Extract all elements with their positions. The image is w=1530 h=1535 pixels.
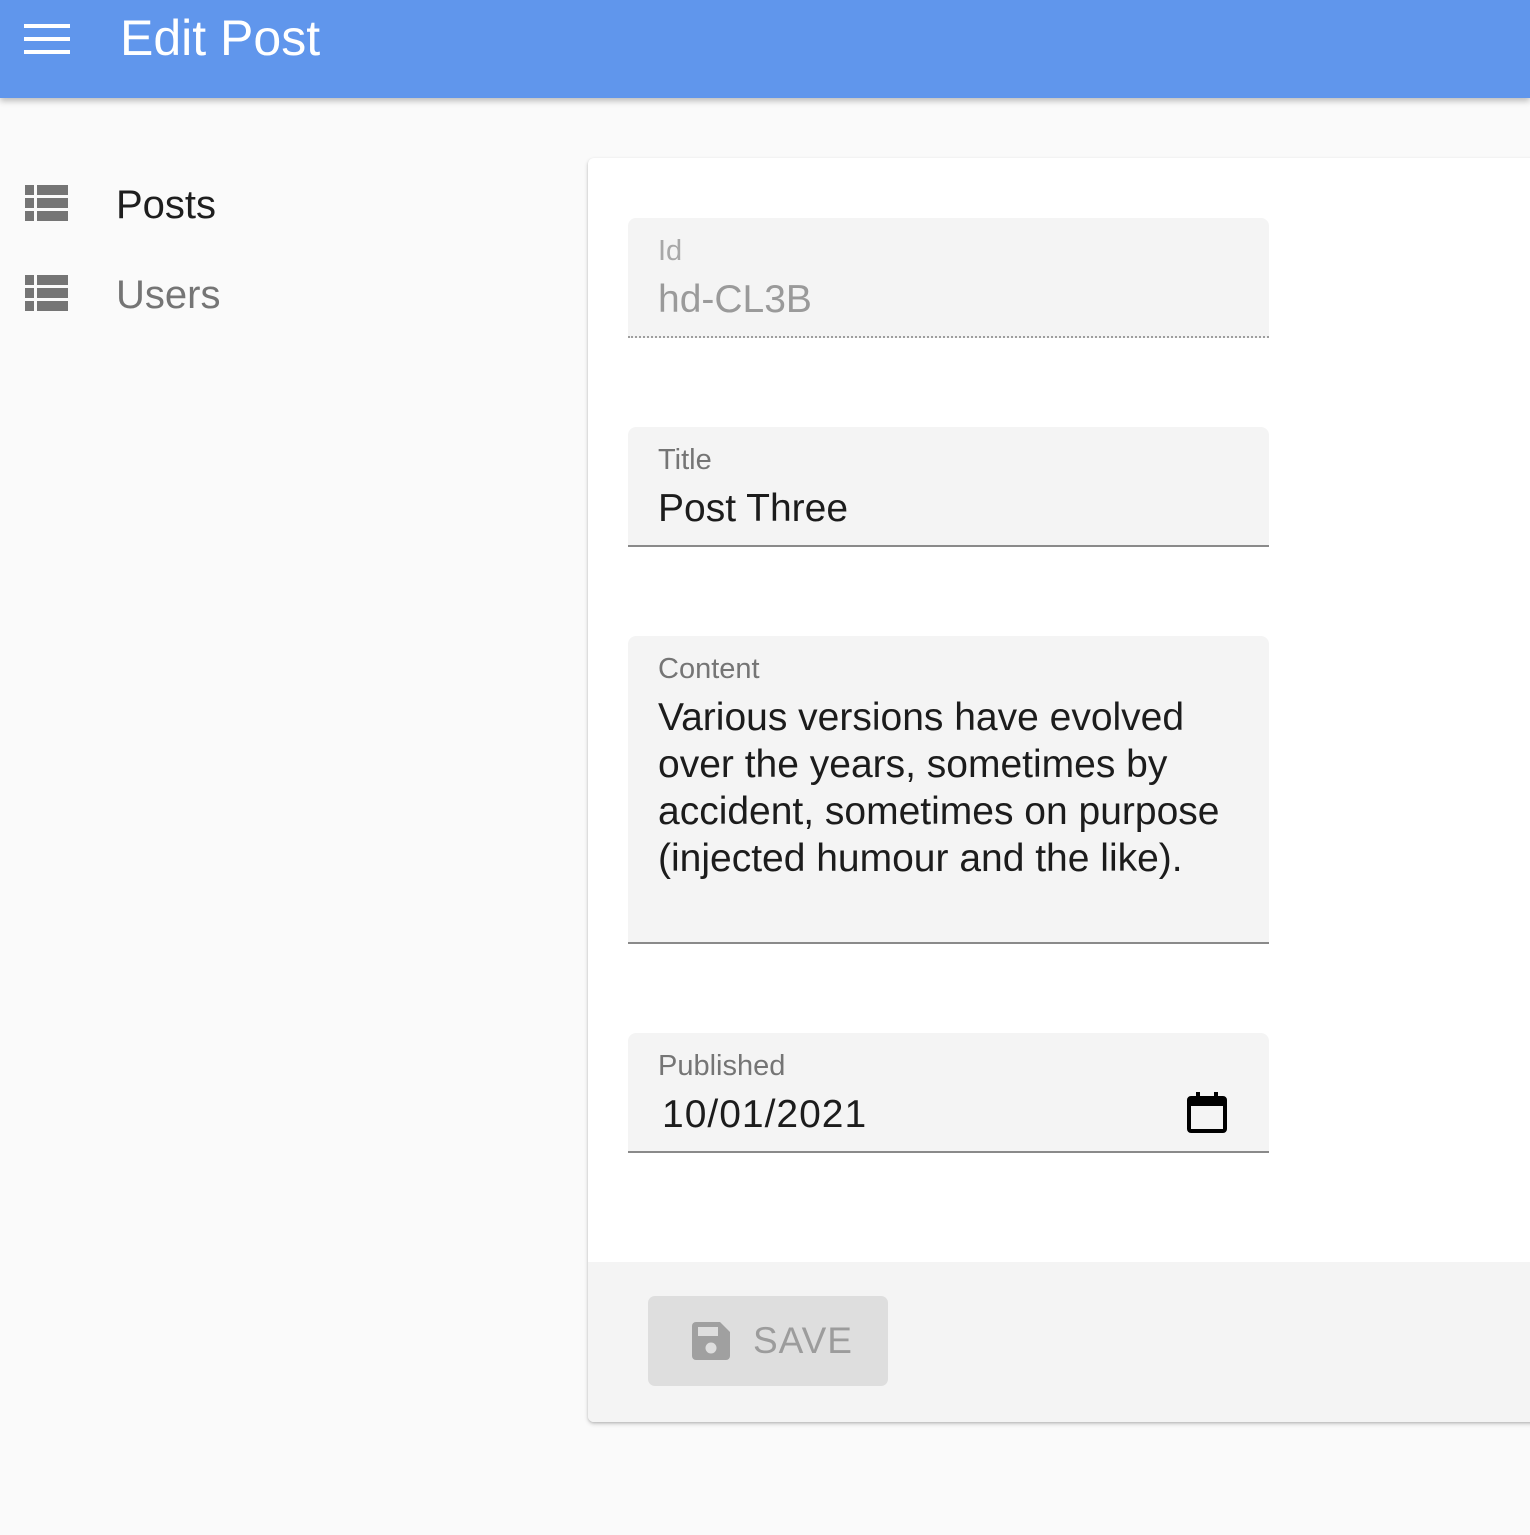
sidebar-item-users[interactable]: Users: [0, 253, 560, 333]
published-date-input[interactable]: 10/01/2021: [662, 1091, 867, 1138]
sidebar-item-label: Users: [116, 273, 221, 317]
sidebar-item-label: Posts: [116, 183, 217, 227]
sidebar-item-posts[interactable]: Posts: [0, 163, 560, 243]
page-title: Edit Post: [120, 10, 321, 66]
hamburger-menu-icon[interactable]: [24, 24, 70, 56]
published-field-label: Published: [658, 1050, 786, 1082]
content-field-label: Content: [658, 653, 760, 685]
title-input[interactable]: Post Three: [658, 485, 848, 532]
id-field: Id hd-CL3B: [628, 218, 1269, 338]
id-field-value: hd-CL3B: [658, 278, 812, 321]
view-list-icon: [25, 275, 68, 311]
content-field[interactable]: Content Various versions have evolved ov…: [628, 636, 1269, 944]
floppy-disk-icon: [692, 1322, 730, 1360]
view-list-icon: [25, 185, 68, 221]
edit-form-card: Id hd-CL3B Title Post Three Content Vari…: [588, 158, 1530, 1422]
id-field-label: Id: [658, 235, 683, 267]
save-button[interactable]: SAVE: [648, 1296, 888, 1386]
published-field[interactable]: Published 10/01/2021: [628, 1033, 1269, 1153]
app-bar: Edit Post: [0, 0, 1530, 98]
calendar-icon[interactable]: [1185, 1091, 1229, 1135]
save-button-label: SAVE: [753, 1320, 853, 1361]
title-field-label: Title: [658, 444, 712, 476]
form-toolbar: SAVE: [588, 1262, 1530, 1422]
title-field[interactable]: Title Post Three: [628, 427, 1269, 547]
content-textarea[interactable]: Various versions have evolved over the y…: [658, 694, 1233, 882]
